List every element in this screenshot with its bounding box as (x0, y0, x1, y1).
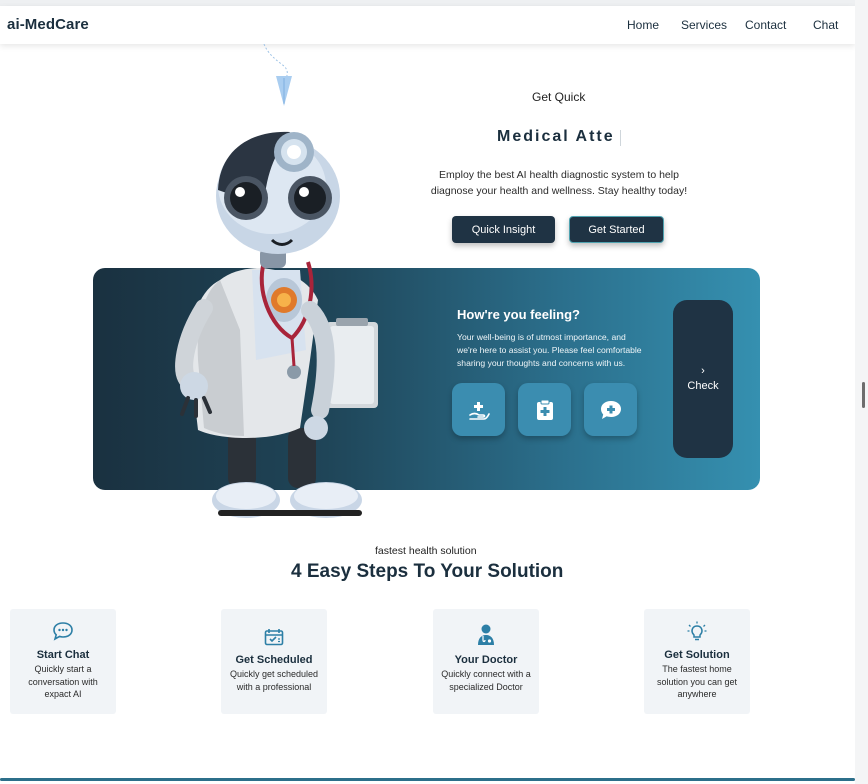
robot-doctor-illustration (175, 131, 378, 518)
page: ai-MedCare Home Services Contact Chat Ge… (0, 0, 855, 784)
step-card-get-scheduled[interactable]: Get Scheduled Quickly get scheduled with… (221, 609, 327, 714)
medical-clipboard-icon (536, 399, 553, 420)
banner-title: How're you feeling? (457, 307, 580, 322)
calendar-check-icon (264, 629, 284, 646)
hero-description: Employ the best AI health diagnostic sys… (430, 169, 688, 197)
chat-bubble-icon (53, 622, 73, 641)
chat-plus-button[interactable] (584, 383, 637, 436)
nav-chat[interactable]: Chat (813, 18, 838, 32)
site-header: ai-MedCare Home Services Contact Chat (0, 6, 855, 44)
medical-clipboard-button[interactable] (518, 383, 571, 436)
nav-contact[interactable]: Contact (745, 18, 786, 32)
step-title: Your Doctor (454, 654, 518, 666)
step-card-get-solution[interactable]: Get Solution The fastest home solution y… (644, 609, 750, 714)
step-card-your-doctor[interactable]: Your Doctor Quickly connect with a speci… (433, 609, 539, 714)
step-title: Start Chat (36, 649, 90, 661)
step-desc: Quickly get scheduled with a professiona… (229, 669, 319, 692)
typing-cursor (620, 130, 621, 146)
step-title: Get Solution (664, 649, 730, 661)
chevron-right-icon: › (701, 365, 705, 377)
doctor-icon (478, 624, 494, 645)
step-desc: Quickly connect with a specialized Docto… (441, 669, 531, 692)
hero-title: Medical Atte (497, 128, 615, 145)
paper-arrow-icon (263, 44, 292, 106)
lightbulb-icon (687, 621, 707, 641)
step-desc: Quickly start a conversation with expact… (28, 664, 98, 699)
nav-home[interactable]: Home (627, 18, 659, 32)
scrollbar-handle[interactable] (862, 382, 865, 408)
get-started-button[interactable]: Get Started (569, 216, 664, 243)
chat-plus-icon (600, 400, 621, 419)
hero-subtitle: Get Quick (532, 90, 586, 104)
hand-medical-button[interactable] (452, 383, 505, 436)
check-button[interactable]: › Check (673, 300, 733, 458)
banner-description: Your well-being is of utmost importance,… (457, 332, 642, 368)
step-title: Get Scheduled (235, 654, 313, 666)
steps-title: 4 Easy Steps To Your Solution (291, 561, 564, 582)
hand-medical-icon (468, 401, 490, 420)
section-divider (0, 778, 855, 781)
step-desc: The fastest home solution you can get an… (656, 664, 738, 699)
step-card-start-chat[interactable]: Start Chat Quickly start a conversation … (10, 609, 116, 714)
steps-subtitle: fastest health solution (375, 545, 477, 557)
logo[interactable]: ai-MedCare (7, 16, 89, 33)
quick-insight-button[interactable]: Quick Insight (452, 216, 555, 243)
check-label: Check (687, 380, 719, 392)
nav-services[interactable]: Services (681, 18, 727, 32)
